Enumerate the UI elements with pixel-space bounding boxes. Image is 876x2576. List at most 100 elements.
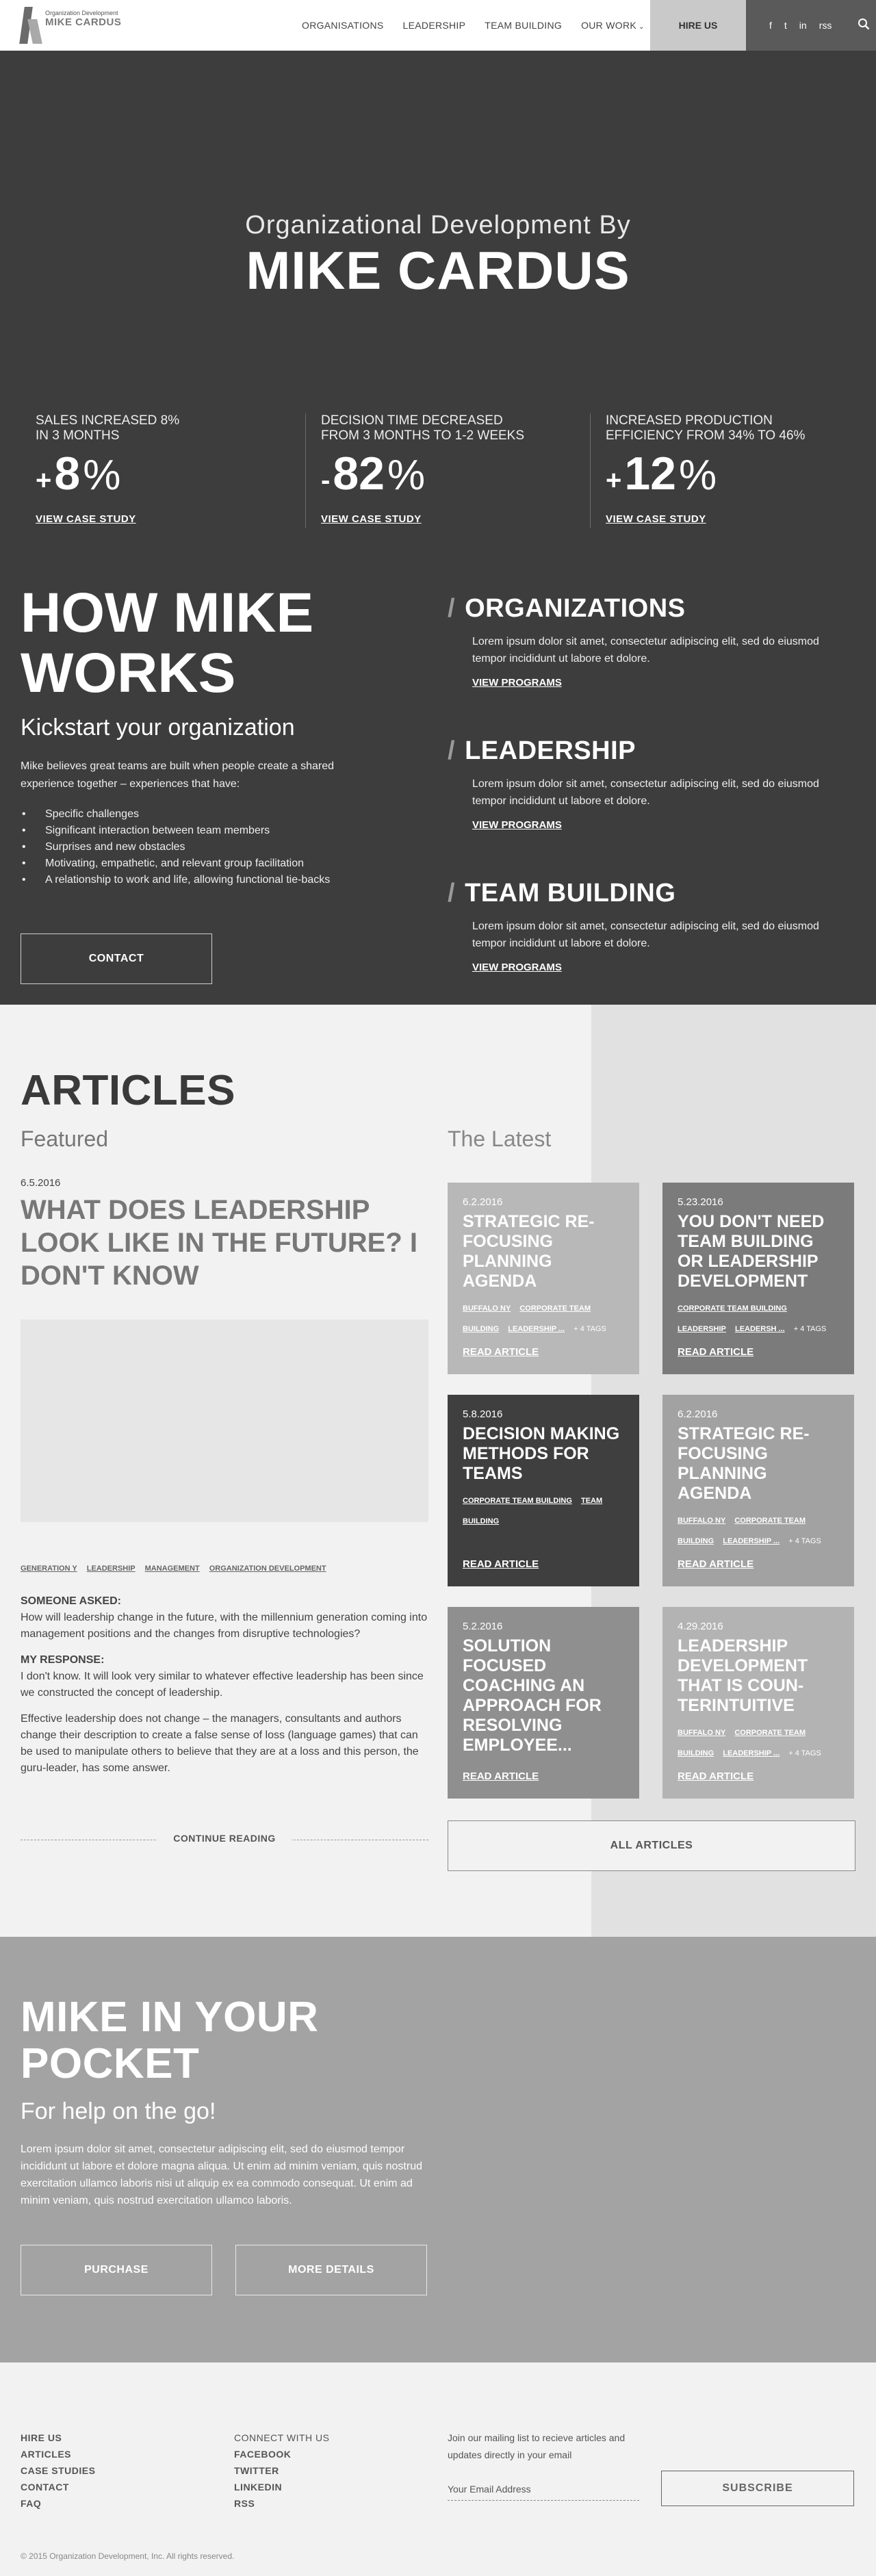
tag-link[interactable]: CORPORATE TEAM BUILDING bbox=[463, 1497, 572, 1505]
footer-link-hire-us[interactable]: HIRE US bbox=[21, 2430, 95, 2446]
response-text: I don't know. It will look very similar … bbox=[21, 1671, 424, 1699]
more-tags[interactable]: + 4 TAGS bbox=[574, 1325, 606, 1333]
view-programs-link[interactable]: VIEW PROGRAMS bbox=[472, 962, 562, 973]
footer-link-articles[interactable]: ARTICLES bbox=[21, 2446, 95, 2462]
stat-label: DECISION TIME DECREASED FROM 3 MONTHS TO… bbox=[321, 413, 525, 443]
article-card[interactable]: 4.29.2016 LEADERSHIP DEVELOPMENT THAT IS… bbox=[662, 1607, 854, 1799]
list-item: Specific challenges bbox=[21, 806, 404, 823]
tag-link[interactable]: LEADERSHIP bbox=[678, 1325, 726, 1333]
site-logo[interactable]: Organization Development MIKE CARDUS bbox=[19, 4, 121, 45]
purchase-button[interactable]: PURCHASE bbox=[21, 2245, 212, 2295]
tag-link[interactable]: ORGANIZATION DEVELOPMENT bbox=[209, 1564, 326, 1573]
all-articles-button[interactable]: ALL ARTICLES bbox=[448, 1820, 855, 1871]
card-date: 6.2.2016 bbox=[678, 1408, 718, 1420]
footer-link-case-studies[interactable]: CASE STUDIES bbox=[21, 2462, 95, 2479]
subscribe-button[interactable]: SUBSCRIBE bbox=[661, 2471, 854, 2506]
search-icon[interactable] bbox=[858, 18, 870, 34]
list-item: Significant interaction between team mem… bbox=[21, 823, 404, 839]
continue-reading-link[interactable]: CONTINUE READING bbox=[157, 1833, 292, 1844]
featured-label: Featured bbox=[21, 1126, 109, 1151]
stat-sales: SALES INCREASED 8% IN 3 MONTHS + 8 % VIE… bbox=[36, 413, 309, 528]
nav-team-building[interactable]: TEAM BUILDING bbox=[485, 20, 562, 31]
article-card[interactable]: 5.23.2016 YOU DON'T NEED TEAM BUILDING O… bbox=[662, 1183, 854, 1374]
rss-icon[interactable]: rss bbox=[819, 20, 832, 31]
view-programs-link[interactable]: VIEW PROGRAMS bbox=[472, 819, 562, 831]
featured-title[interactable]: WHAT DOES LEADERSHIP LOOK LIKE IN THE FU… bbox=[21, 1194, 431, 1292]
more-tags[interactable]: + 4 TAGS bbox=[794, 1325, 827, 1333]
tag-link[interactable]: LEADERSH ... bbox=[735, 1325, 785, 1333]
card-title: SOLUTION FOCUSED COACHING AN APPROACH FO… bbox=[463, 1636, 602, 1755]
article-card[interactable]: 6.2.2016 STRATEGIC RE-FOCUSING PLANNING … bbox=[448, 1183, 639, 1374]
read-article-link[interactable]: READ ARTICLE bbox=[678, 1558, 753, 1570]
site-header: Organization Development MIKE CARDUS ORG… bbox=[0, 0, 876, 51]
tag-link[interactable]: BUFFALO NY bbox=[678, 1729, 725, 1737]
how-title: HOW MIKE WORKS bbox=[21, 582, 314, 704]
tag-link[interactable]: CORPORATE TEAM BUILDING bbox=[678, 1304, 787, 1313]
nav-leadership[interactable]: LEADERSHIP bbox=[403, 20, 466, 31]
stat-value: 82 bbox=[333, 448, 385, 500]
more-tags[interactable]: + 4 TAGS bbox=[788, 1537, 821, 1545]
read-article-link[interactable]: READ ARTICLE bbox=[678, 1346, 753, 1358]
stat-label: INCREASED PRODUCTION EFFICIENCY FROM 34%… bbox=[606, 413, 806, 443]
linkedin-icon[interactable]: in bbox=[799, 20, 807, 31]
tag-link[interactable]: MANAGEMENT bbox=[145, 1564, 200, 1573]
article-card[interactable]: 5.8.2016 DECISION MAKING METHODS FOR TEA… bbox=[448, 1395, 639, 1586]
nav-our-work[interactable]: OUR WORK ⌄ bbox=[581, 20, 645, 31]
footer-link-twitter[interactable]: TWITTER bbox=[234, 2462, 329, 2479]
more-tags[interactable]: + 4 TAGS bbox=[788, 1749, 821, 1757]
how-list: Specific challenges Significant interact… bbox=[21, 806, 404, 888]
card-title: STRATEGIC RE-FOCUSING PLANNING AGENDA bbox=[678, 1424, 810, 1503]
read-article-link[interactable]: READ ARTICLE bbox=[463, 1558, 539, 1570]
featured-date: 6.5.2016 bbox=[21, 1177, 61, 1189]
tag-link[interactable]: LEADERSHIP ... bbox=[723, 1749, 780, 1757]
featured-body: SOMEONE ASKED: How will leadership chang… bbox=[21, 1593, 431, 1777]
tag-link[interactable]: BUFFALO NY bbox=[678, 1517, 725, 1525]
read-article-link[interactable]: READ ARTICLE bbox=[463, 1346, 539, 1358]
view-case-study-link[interactable]: VIEW CASE STUDY bbox=[606, 513, 706, 525]
twitter-icon[interactable]: t bbox=[784, 20, 787, 31]
tag-link[interactable]: BUFFALO NY bbox=[463, 1304, 511, 1313]
tag-link[interactable]: GENERATION Y bbox=[21, 1564, 77, 1573]
program-title: LEADERSHIP bbox=[465, 736, 636, 765]
card-date: 5.2.2016 bbox=[463, 1621, 503, 1632]
read-article-link[interactable]: READ ARTICLE bbox=[463, 1770, 539, 1782]
article-card[interactable]: 6.2.2016 STRATEGIC RE-FOCUSING PLANNING … bbox=[662, 1395, 854, 1586]
nav-our-work-label: OUR WORK bbox=[581, 20, 637, 31]
tag-link[interactable]: LEADERSHIP bbox=[87, 1564, 136, 1573]
stat-production: INCREASED PRODUCTION EFFICIENCY FROM 34%… bbox=[590, 413, 864, 528]
pocket-section: MIKE IN YOUR POCKET For help on the go! … bbox=[0, 1937, 876, 2362]
footer-link-linkedin[interactable]: LINKEDIN bbox=[234, 2479, 329, 2495]
footer-link-facebook[interactable]: FACEBOOK bbox=[234, 2446, 329, 2462]
list-item: Surprises and new obstacles bbox=[21, 839, 404, 855]
featured-image-placeholder[interactable] bbox=[21, 1319, 428, 1522]
chevron-down-icon: ⌄ bbox=[639, 23, 645, 31]
footer-link-faq[interactable]: FAQ bbox=[21, 2495, 95, 2512]
list-item: Motivating, empathetic, and relevant gro… bbox=[21, 855, 404, 872]
more-details-button[interactable]: MORE DETAILS bbox=[235, 2245, 427, 2295]
stat-decision-time: DECISION TIME DECREASED FROM 3 MONTHS TO… bbox=[305, 413, 579, 528]
footer-links: HIRE US ARTICLES CASE STUDIES CONTACT FA… bbox=[21, 2430, 95, 2512]
main-nav: ORGANISATIONS LEADERSHIP TEAM BUILDING O… bbox=[302, 0, 664, 51]
read-article-link[interactable]: READ ARTICLE bbox=[678, 1770, 753, 1782]
program-text: Lorem ipsum dolor sit amet, consectetur … bbox=[472, 636, 819, 665]
tag-link[interactable]: LEADERSHIP ... bbox=[723, 1537, 780, 1545]
view-case-study-link[interactable]: VIEW CASE STUDY bbox=[36, 513, 136, 525]
email-field[interactable] bbox=[448, 2477, 639, 2501]
footer-link-rss[interactable]: RSS bbox=[234, 2495, 329, 2512]
hire-us-edge bbox=[732, 0, 745, 51]
view-programs-link[interactable]: VIEW PROGRAMS bbox=[472, 677, 562, 688]
stat-sign: + bbox=[606, 465, 622, 495]
card-tags: CORPORATE TEAM BUILDING LEADERSHIP LEADE… bbox=[678, 1298, 839, 1339]
view-case-study-link[interactable]: VIEW CASE STUDY bbox=[321, 513, 422, 525]
tag-link[interactable]: LEADERSHIP ... bbox=[508, 1325, 565, 1333]
article-card[interactable]: 5.2.2016 SOLUTION FOCUSED COACHING AN AP… bbox=[448, 1607, 639, 1799]
nav-organisations[interactable]: ORGANISATIONS bbox=[302, 20, 384, 31]
footer-link-contact[interactable]: CONTACT bbox=[21, 2479, 95, 2495]
articles-section: ARTICLES Featured The Latest 6.5.2016 WH… bbox=[0, 1005, 876, 1937]
card-title: DECISION MAKING METHODS FOR TEAMS bbox=[463, 1424, 620, 1483]
contact-button[interactable]: CONTACT bbox=[21, 933, 212, 984]
facebook-icon[interactable]: f bbox=[769, 20, 772, 31]
pocket-title: MIKE IN YOUR POCKET bbox=[21, 1994, 319, 2087]
card-title: STRATEGIC RE-FOCUSING PLANNING AGENDA bbox=[463, 1212, 595, 1291]
program-title: ORGANIZATIONS bbox=[465, 594, 686, 623]
